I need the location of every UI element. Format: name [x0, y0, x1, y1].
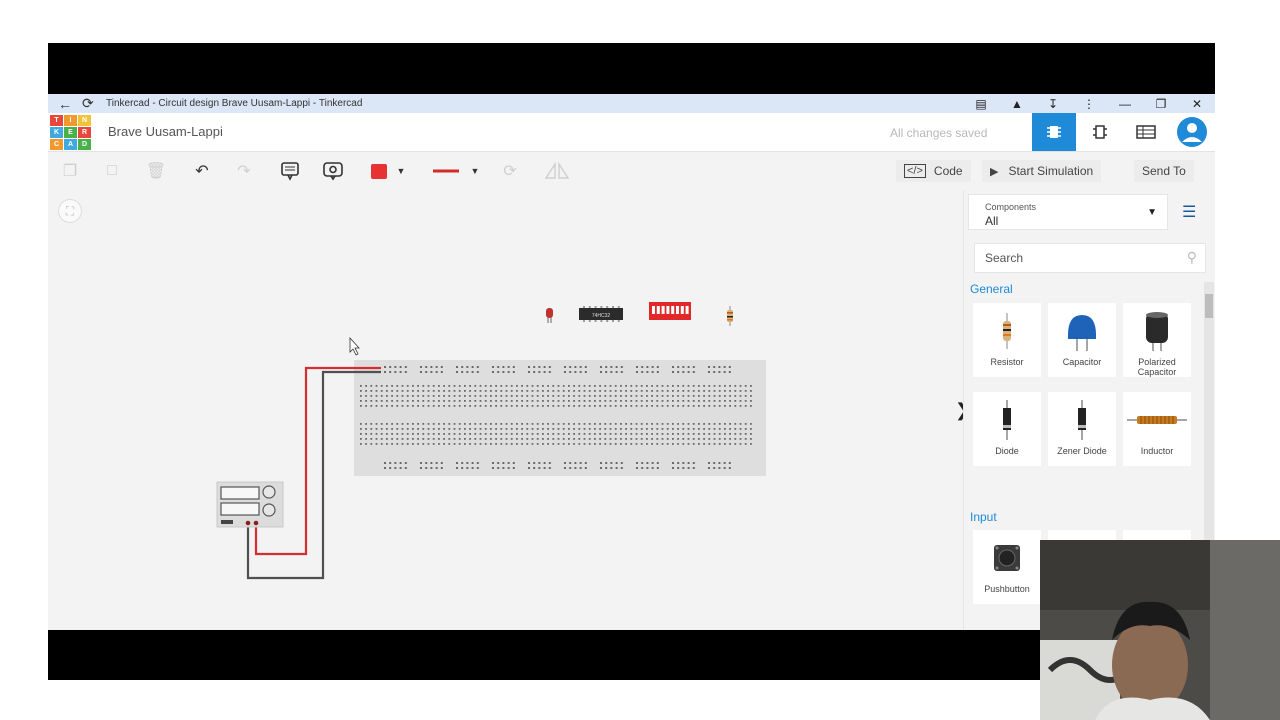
fill-color-dropdown[interactable]: ▼ [368, 160, 408, 182]
logo-letter: C [50, 139, 63, 150]
avatar-icon [1177, 117, 1207, 147]
wire-icon [432, 169, 459, 173]
pushbutton-icon [973, 536, 1041, 580]
components-dropdown-label: Components [985, 202, 1037, 212]
chip-icon [1047, 126, 1061, 138]
section-general-title: General [970, 282, 1013, 296]
more-icon[interactable]: ⋮ [1071, 97, 1107, 111]
table-icon [1136, 125, 1156, 139]
logo-letter: I [64, 115, 77, 126]
app-header: TIN KER CAD Brave Uusam-Lappi All changes … [48, 113, 1215, 152]
notes-visibility-icon[interactable] [321, 160, 345, 182]
scrollbar-thumb[interactable] [1205, 294, 1213, 318]
schematic-icon [1093, 125, 1107, 139]
logo-letter: T [50, 115, 63, 126]
user-avatar[interactable] [1172, 116, 1212, 148]
download-icon[interactable]: ↧ [1035, 97, 1071, 111]
diode-icon [973, 398, 1041, 442]
window-controls: ▤ ▲ ↧ ⋮ — ❐ ✕ [963, 94, 1215, 113]
browser-title-bar: ← ⟳ Tinkercad - Circuit design Brave Uus… [48, 94, 1215, 113]
logo-letter: R [78, 127, 91, 138]
component-diode[interactable]: Diode [973, 392, 1041, 466]
section-input-title: Input [970, 510, 997, 524]
circuit-drawing: 74HC32 [216, 302, 766, 580]
window-title: Tinkercad - Circuit design Brave Uusam-L… [106, 98, 363, 109]
tinkercad-logo[interactable]: TIN KER CAD [50, 115, 91, 150]
save-status: All changes saved [890, 126, 988, 140]
circuit-view-button[interactable] [1032, 113, 1076, 151]
chevron-down-icon: ▼ [1147, 207, 1157, 218]
components-dropdown[interactable]: Components All ▼ [968, 194, 1168, 230]
logo-letter: E [64, 127, 77, 138]
component-polarized-capacitor[interactable]: Polarized Capacitor [1123, 303, 1191, 377]
component-name: Capacitor [1062, 357, 1102, 367]
mouse-cursor [349, 336, 360, 356]
logo-letter: K [50, 127, 63, 138]
component-name: Polarized Capacitor [1137, 357, 1177, 377]
extensions-icon[interactable]: ▲ [999, 97, 1035, 111]
capacitor-icon [1048, 309, 1116, 353]
code-icon: </> [904, 164, 926, 178]
component-name: Zener Diode [1057, 446, 1107, 456]
chevron-down-icon: ▼ [470, 166, 480, 176]
component-capacitor[interactable]: Capacitor [1048, 303, 1116, 377]
webcam-feed-image [1040, 540, 1280, 720]
code-label: Code [933, 164, 963, 178]
start-simulation-label: Start Simulation [1008, 164, 1094, 178]
dip-switch [649, 302, 691, 320]
components-dropdown-value: All [985, 214, 999, 228]
logo-letter: D [78, 139, 91, 150]
redo-icon[interactable]: ↷ [232, 160, 256, 182]
wire-type-dropdown[interactable]: ▼ [432, 160, 480, 182]
send-to-label: Send To [1142, 164, 1186, 178]
logo-letter: A [64, 139, 77, 150]
design-name[interactable]: Brave Uusam-Lappi [108, 124, 223, 139]
component-name: Resistor [990, 357, 1024, 367]
fill-color-swatch [370, 163, 387, 179]
chevron-down-icon: ▼ [396, 166, 406, 176]
flip-icon[interactable] [542, 160, 572, 182]
copy-icon[interactable]: ❐ [58, 160, 82, 182]
delete-icon[interactable]: 🗑 [144, 160, 168, 182]
translate-icon[interactable]: ▤ [963, 97, 999, 111]
component-zener-diode[interactable]: Zener Diode [1048, 392, 1116, 466]
led [546, 308, 553, 318]
notes-icon[interactable] [278, 160, 302, 182]
component-resistor[interactable]: Resistor [973, 303, 1041, 377]
start-simulation-button[interactable]: ▶ Start Simulation [982, 160, 1102, 182]
circuit-canvas[interactable]: 74HC32 [48, 190, 963, 630]
search-box: ⚲ [974, 243, 1206, 273]
back-arrow-icon[interactable]: ← [58, 96, 72, 112]
send-to-button[interactable]: Send To [1134, 160, 1194, 182]
component-pushbutton[interactable]: Pushbutton [973, 530, 1041, 604]
component-name: Inductor [1140, 446, 1174, 456]
reload-icon[interactable]: ⟳ [82, 95, 96, 112]
fit-view-button[interactable]: ⛶ [58, 199, 82, 223]
schematic-view-button[interactable] [1078, 113, 1122, 151]
paste-icon[interactable]: □ [100, 160, 124, 182]
list-view-icon[interactable]: ☰ [1182, 202, 1196, 222]
inductor-icon [1123, 398, 1191, 442]
rotate-icon[interactable]: ⟳ [498, 160, 522, 182]
webcam-overlay [1040, 540, 1280, 720]
play-icon: ▶ [990, 165, 999, 178]
toolbar: ❐ □ 🗑 ↶ ↷ ▼ ▼ ⟳ </> Code ▶ Start Simulat… [48, 152, 1215, 190]
search-input[interactable] [983, 250, 1177, 266]
component-list-button[interactable] [1124, 113, 1168, 151]
zener-diode-icon [1048, 398, 1116, 442]
close-icon[interactable]: ✕ [1179, 97, 1215, 111]
resistor-icon [973, 309, 1041, 353]
restore-icon[interactable]: ❐ [1143, 97, 1179, 111]
ic-label: 74HC32 [592, 313, 611, 319]
code-button[interactable]: </> Code [896, 160, 971, 182]
search-icon[interactable]: ⚲ [1187, 249, 1197, 266]
polarized-capacitor-icon [1123, 309, 1191, 353]
undo-icon[interactable]: ↶ [190, 160, 214, 182]
breadboard [354, 360, 766, 476]
component-inductor[interactable]: Inductor [1123, 392, 1191, 466]
logo-letter: N [78, 115, 91, 126]
component-name: Diode [995, 446, 1019, 456]
minimize-icon[interactable]: — [1107, 97, 1143, 111]
component-name: Pushbutton [984, 584, 1030, 594]
